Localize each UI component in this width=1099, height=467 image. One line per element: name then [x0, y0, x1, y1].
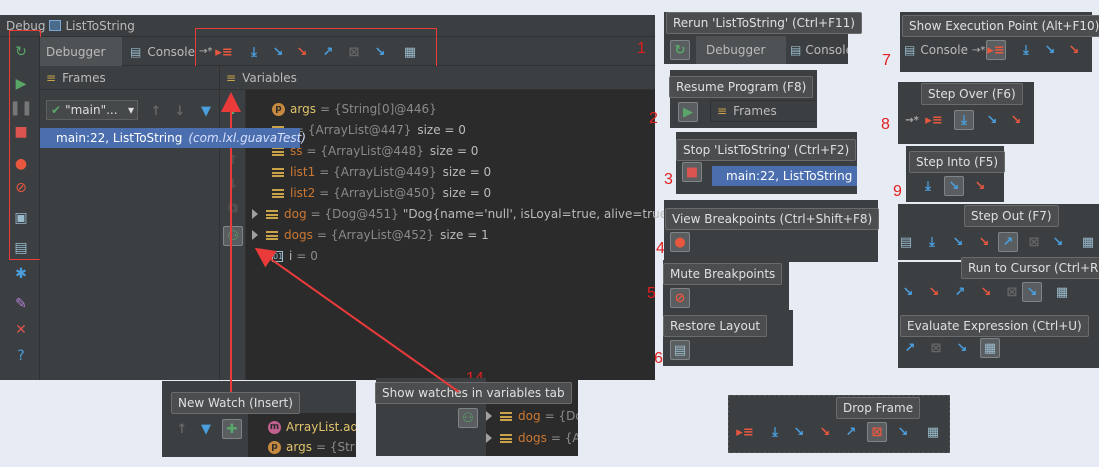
arrow-show-watches: [254, 247, 460, 393]
annotation-arrows: [221, 92, 460, 393]
frame-row[interactable]: main:22, ListToString (com.lxl.guavaTest…: [40, 128, 306, 148]
frame-package: (com.lxl.guavaTest): [188, 131, 306, 145]
frame-method: main:22, ListToString: [56, 131, 183, 145]
